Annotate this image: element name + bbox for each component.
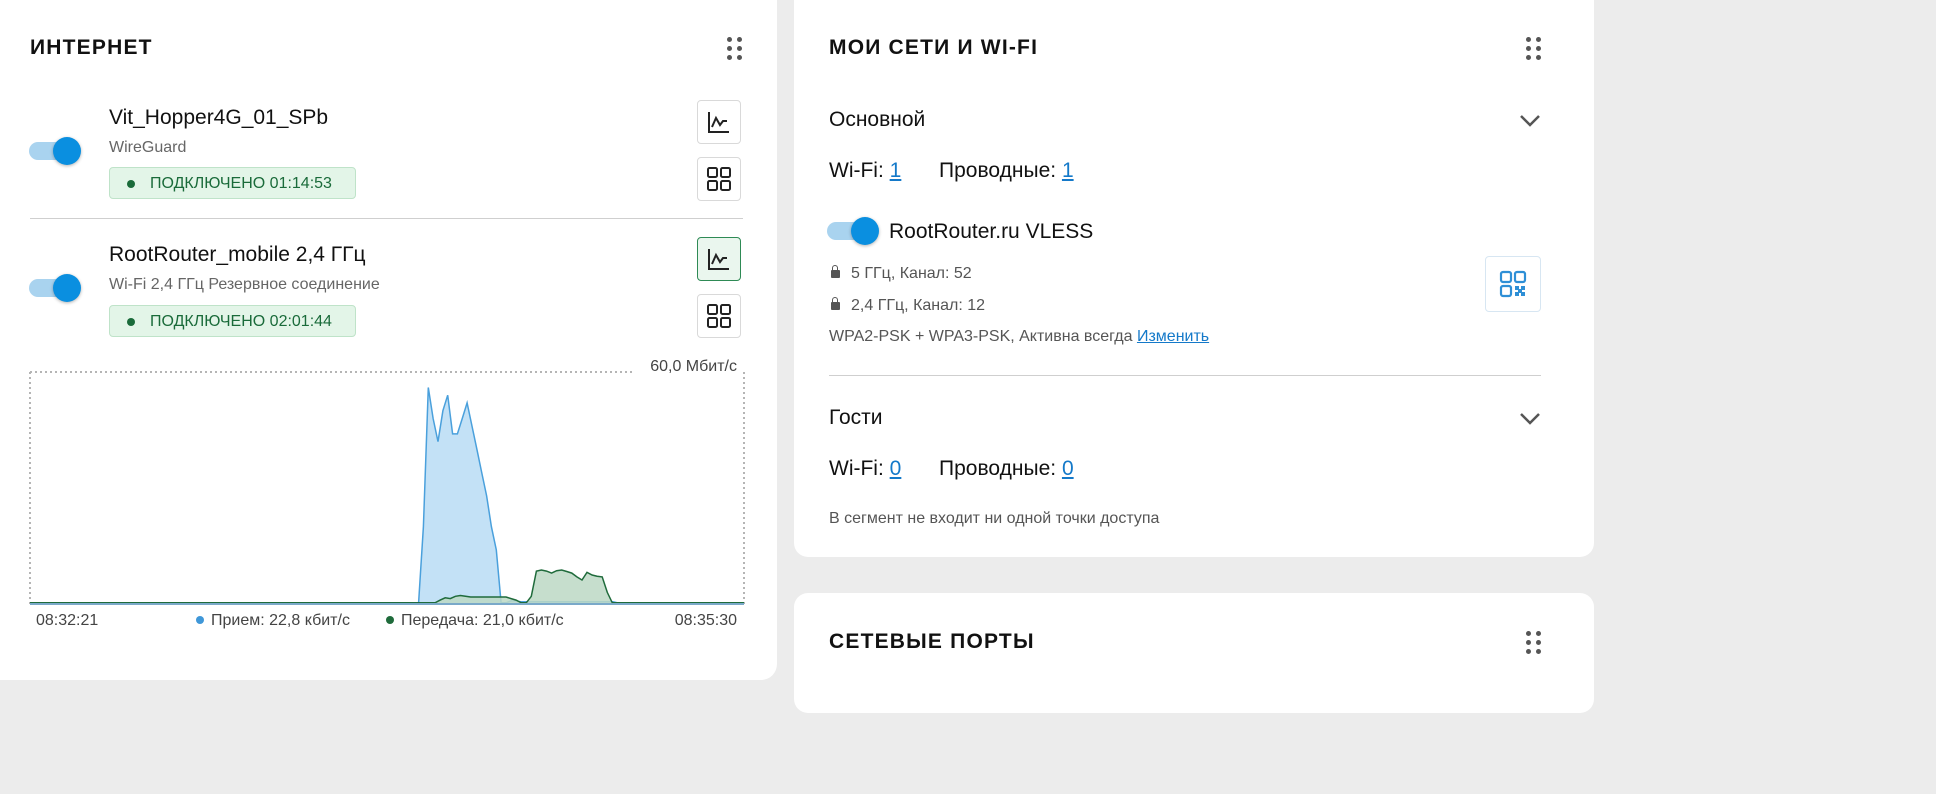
legend-transmit-dot: [386, 616, 394, 624]
wired-count-link[interactable]: 0: [1062, 457, 1074, 480]
chevron-down-icon[interactable]: [1518, 408, 1542, 428]
chart-frame: [29, 371, 745, 604]
legend-receive: Прием: 22,8 кбит/с: [196, 612, 350, 630]
connection-1-status: ПОДКЛЮЧЕНО 01:14:53: [150, 175, 332, 192]
connection-1-status-badge: ПОДКЛЮЧЕНО 01:14:53: [109, 167, 356, 199]
connection-1-apps-button[interactable]: [697, 157, 741, 201]
wifi-count-link[interactable]: 1: [890, 159, 902, 182]
segment-guests-title: Гости: [829, 406, 883, 429]
legend-transmit: Передача: 21,0 кбит/с: [386, 612, 564, 630]
connection-2-type: Wi-Fi 2,4 ГГц Резервное соединение: [109, 276, 380, 293]
segment-guests-counts: Wi-Fi: 0 Проводные: 0: [829, 457, 1074, 481]
wifi-count-label: Wi-Fi:: [829, 159, 884, 182]
connection-2-status-badge: ПОДКЛЮЧЕНО 02:01:44: [109, 305, 356, 337]
qr-code-button[interactable]: [1485, 256, 1541, 312]
legend-receive-label: Прием: 22,8 кбит/с: [211, 612, 350, 629]
connection-1-chart-button[interactable]: [697, 100, 741, 144]
traffic-chart: [29, 371, 745, 605]
chart-x-end: 08:35:30: [674, 612, 737, 629]
segment-divider: [829, 375, 1541, 376]
security-label: WPA2-PSK + WPA3-PSK, Активна всегда: [829, 328, 1133, 345]
drag-handle-icon[interactable]: [727, 36, 743, 60]
band-24ghz-label: 2,4 ГГц, Канал: 12: [851, 297, 986, 314]
ssid-toggle[interactable]: [827, 217, 879, 245]
connection-2-status: ПОДКЛЮЧЕНО 02:01:44: [150, 313, 332, 330]
series-transmit-line: [30, 569, 744, 604]
edit-link[interactable]: Изменить: [1137, 328, 1209, 345]
band-5ghz: 5 ГГц, Канал: 52: [831, 265, 972, 283]
segment-guests-note: В сегмент не входит ни одной точки досту…: [829, 510, 1160, 527]
connection-2-apps-button[interactable]: [697, 294, 741, 338]
connection-2-name: RootRouter_mobile 2,4 ГГц: [109, 243, 366, 266]
band-5ghz-label: 5 ГГц, Канал: 52: [851, 265, 972, 282]
chart-x-start: 08:32:21: [36, 612, 99, 629]
lock-icon: [831, 297, 840, 311]
grid-apps-icon: [707, 304, 731, 328]
legend-receive-dot: [196, 616, 204, 624]
chart-line-icon: [708, 249, 729, 270]
grid-apps-icon: [707, 167, 731, 191]
wired-count-label: Проводные:: [939, 457, 1057, 480]
connection-1-toggle[interactable]: [29, 137, 81, 165]
series-layer: [30, 387, 744, 604]
connection-1-name: Vit_Hopper4G_01_SPb: [109, 106, 329, 129]
band-24ghz: 2,4 ГГц, Канал: 12: [831, 297, 985, 315]
drag-handle-icon[interactable]: [1526, 630, 1542, 654]
wired-count-label: Проводные:: [939, 159, 1057, 182]
ports-title: СЕТЕВЫЕ ПОРТЫ: [829, 630, 1035, 653]
lock-icon: [831, 265, 840, 279]
series-receive-area: [30, 387, 744, 604]
chart-line-icon: [708, 112, 729, 133]
ssid-name: RootRouter.ru VLESS: [889, 220, 1094, 243]
qr-code-icon: [1499, 270, 1527, 298]
connection-2-chart-button[interactable]: [697, 237, 741, 281]
series-transmit-area: [30, 570, 744, 604]
wired-count-link[interactable]: 1: [1062, 159, 1074, 182]
chevron-down-icon[interactable]: [1518, 110, 1542, 130]
segment-main-counts: Wi-Fi: 1 Проводные: 1: [829, 159, 1074, 183]
networks-title: МОИ СЕТИ И WI-FI: [829, 36, 1039, 59]
connection-divider: [30, 218, 743, 219]
legend-transmit-label: Передача: 21,0 кбит/с: [401, 612, 564, 629]
internet-title: ИНТЕРНЕТ: [30, 36, 153, 59]
wifi-count-label: Wi-Fi:: [829, 457, 884, 480]
connection-2-toggle[interactable]: [29, 274, 81, 302]
wifi-count-link[interactable]: 0: [890, 457, 902, 480]
series-receive-line: [30, 387, 744, 604]
security-line: WPA2-PSK + WPA3-PSK, Активна всегда Изме…: [829, 328, 1209, 346]
drag-handle-icon[interactable]: [1526, 36, 1542, 60]
connection-1-type: WireGuard: [109, 139, 187, 156]
segment-main-title: Основной: [829, 108, 926, 131]
